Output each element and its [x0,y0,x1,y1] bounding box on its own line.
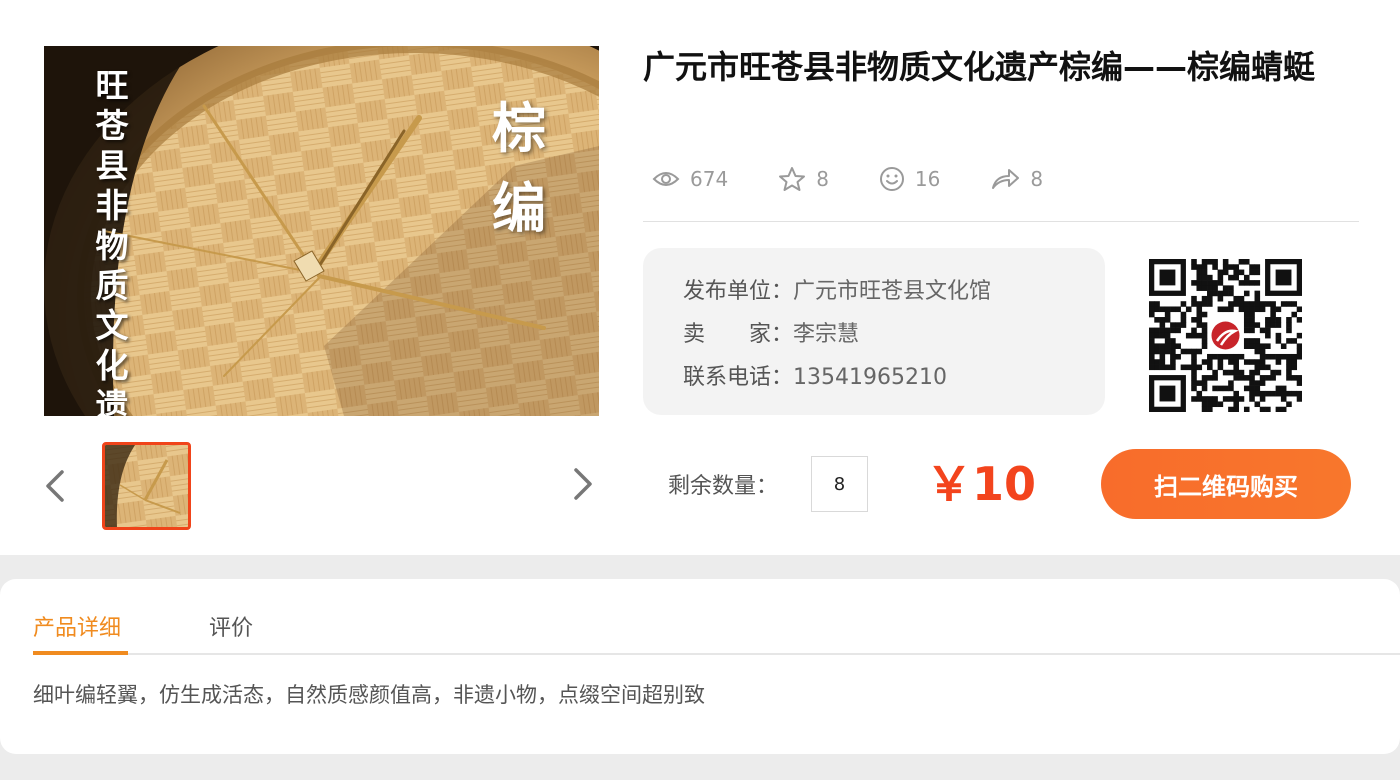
product-stats: 674 8 16 8 [652,163,1093,195]
product-title: 广元市旺苍县非物质文化遗产棕编——棕编蜻蜓 [643,48,1316,86]
phone-label: 联系电话： [683,365,794,390]
eye-icon [652,172,680,186]
phone-row: 联系电话： 13541965210 [683,356,1105,399]
scan-qr-buy-button[interactable]: 扫二维码购买 [1101,449,1351,519]
chevron-right-icon [574,468,592,500]
product-details-panel: 产品详细 评价 细叶编轻翼，仿生成活态，自然质感颜值高，非遗小物，点缀空间超别致 [0,579,1400,754]
tab-product-details[interactable]: 产品详细 [33,609,128,655]
view-count: 674 [652,167,728,191]
qr-code-icon [1149,259,1303,413]
like-count-value: 16 [914,167,941,191]
publisher-row: 发布单位： 广元市旺苍县文化馆 [683,270,1105,313]
smiley-icon [879,167,904,191]
thumbnail-image [105,445,188,527]
tab-reviews[interactable]: 评价 [209,609,253,655]
quantity-input[interactable] [811,456,868,512]
phone-value: 13541965210 [793,365,947,390]
image-overlay-vertical-text: 旺苍县非物质文化遗产 [95,66,129,416]
seller-info-box: 发布单位： 广元市旺苍县文化馆 卖 家： 李宗慧 联系电话： 135419652… [643,248,1105,415]
publisher-value: 广元市旺苍县文化馆 [793,279,992,304]
gallery-prev-button[interactable] [42,466,70,506]
divider [643,221,1359,222]
price: ￥10 [926,457,1037,511]
qr-code-image [1149,259,1303,413]
gallery-thumbnail[interactable] [102,442,191,530]
seller-label: 卖 家： [683,322,794,347]
image-overlay-corner-text: 棕编 [492,96,546,240]
like-count[interactable]: 16 [879,166,940,192]
product-main-image: 旺苍县非物质文化遗产 棕编 [44,46,599,416]
gallery-next-button[interactable] [568,464,596,504]
seller-row: 卖 家： 李宗慧 [683,313,1105,356]
view-count-value: 674 [690,167,729,191]
quantity-label: 剩余数量： [668,474,779,499]
publisher-label: 发布单位： [683,279,794,304]
detail-tabs: 产品详细 评价 [33,609,1400,655]
product-description: 细叶编轻翼，仿生成活态，自然质感颜值高，非遗小物，点缀空间超别致 [33,683,705,707]
share-count[interactable]: 8 [990,167,1043,191]
chevron-left-icon [46,470,64,502]
favorite-count[interactable]: 8 [778,166,829,192]
seller-value: 李宗慧 [793,322,860,347]
star-icon [779,167,806,191]
share-icon [992,169,1020,189]
share-count-value: 8 [1030,167,1044,191]
favorite-count-value: 8 [816,167,829,191]
